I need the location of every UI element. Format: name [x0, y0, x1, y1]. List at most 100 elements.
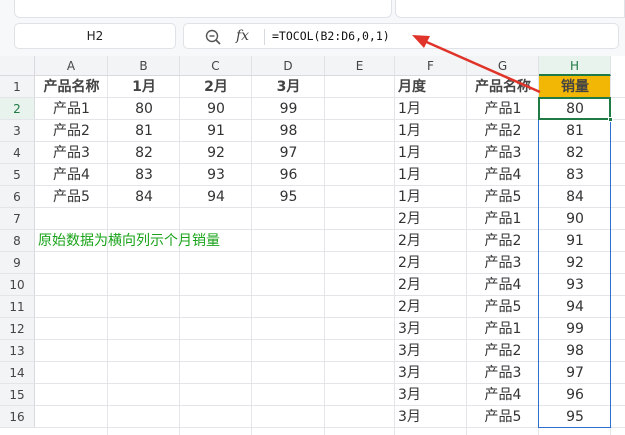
row-header-9[interactable]: 9	[0, 252, 35, 274]
source-data-cell[interactable]: 82	[108, 142, 180, 164]
result-data-cell[interactable]: 1月	[395, 120, 467, 142]
note-text[interactable]: 原始数据为横向列示个月销量	[38, 230, 220, 252]
source-data-cell[interactable]: 98	[252, 120, 325, 142]
source-header-cell[interactable]: 产品名称	[35, 76, 108, 98]
result-data-cell[interactable]: 产品1	[467, 208, 539, 230]
result-sales-cell[interactable]: 91	[539, 230, 611, 252]
result-data-cell[interactable]: 1月	[395, 142, 467, 164]
result-data-cell[interactable]: 产品2	[467, 120, 539, 142]
row-header-11[interactable]: 11	[0, 296, 35, 318]
source-data-cell[interactable]: 83	[108, 164, 180, 186]
source-data-cell[interactable]: 81	[108, 120, 180, 142]
row-header-12[interactable]: 12	[0, 318, 35, 340]
result-sales-cell[interactable]: 93	[539, 274, 611, 296]
result-data-cell[interactable]: 3月	[395, 406, 467, 428]
result-header-cell[interactable]: 产品名称	[467, 76, 539, 98]
result-sales-cell[interactable]: 97	[539, 362, 611, 384]
result-sales-cell[interactable]: 96	[539, 384, 611, 406]
source-data-cell[interactable]: 产品5	[35, 186, 108, 208]
source-data-cell[interactable]: 80	[108, 98, 180, 120]
result-data-cell[interactable]: 产品3	[467, 142, 539, 164]
name-box[interactable]: H2	[14, 23, 176, 49]
source-data-cell[interactable]: 90	[180, 98, 252, 120]
result-data-cell[interactable]: 产品4	[467, 384, 539, 406]
row-header-16[interactable]: 16	[0, 406, 35, 428]
column-header-d[interactable]: D	[252, 56, 325, 76]
source-data-cell[interactable]: 93	[180, 164, 252, 186]
result-data-cell[interactable]: 产品5	[467, 406, 539, 428]
row-header-5[interactable]: 5	[0, 164, 35, 186]
result-data-cell[interactable]: 2月	[395, 252, 467, 274]
source-data-cell[interactable]: 产品1	[35, 98, 108, 120]
fx-icon[interactable]: fx	[236, 26, 249, 46]
result-data-cell[interactable]: 产品3	[467, 252, 539, 274]
row-header-4[interactable]: 4	[0, 142, 35, 164]
row-header-13[interactable]: 13	[0, 340, 35, 362]
source-data-cell[interactable]: 产品4	[35, 164, 108, 186]
source-data-cell[interactable]: 84	[108, 186, 180, 208]
row-header-14[interactable]: 14	[0, 362, 35, 384]
source-data-cell[interactable]: 92	[180, 142, 252, 164]
source-data-cell[interactable]: 96	[252, 164, 325, 186]
source-data-cell[interactable]: 产品2	[35, 120, 108, 142]
row-header-15[interactable]: 15	[0, 384, 35, 406]
result-header-cell[interactable]: 销量	[539, 76, 611, 98]
source-data-cell[interactable]: 99	[252, 98, 325, 120]
result-data-cell[interactable]: 产品4	[467, 274, 539, 296]
column-header-e[interactable]: E	[325, 56, 395, 76]
result-data-cell[interactable]: 产品5	[467, 296, 539, 318]
result-data-cell[interactable]: 2月	[395, 208, 467, 230]
row-header-3[interactable]: 3	[0, 120, 35, 142]
spreadsheet-grid[interactable]: A B C D E F G H 1 2 3 4 5 6 7 8 9 10 11 12 13 14 15 16 产品名称 1月 2月 3…	[0, 56, 625, 435]
column-header-a[interactable]: A	[35, 56, 108, 76]
column-header-b[interactable]: B	[108, 56, 180, 76]
result-data-cell[interactable]: 产品3	[467, 362, 539, 384]
row-header-10[interactable]: 10	[0, 274, 35, 296]
source-header-cell[interactable]: 3月	[252, 76, 325, 98]
result-header-cell[interactable]: 月度	[395, 76, 467, 98]
result-sales-cell[interactable]: 81	[539, 120, 611, 142]
column-header-c[interactable]: C	[180, 56, 252, 76]
result-data-cell[interactable]: 2月	[395, 230, 467, 252]
row-header-1[interactable]: 1	[0, 76, 35, 98]
row-header-8[interactable]: 8	[0, 230, 35, 252]
result-sales-cell[interactable]: 92	[539, 252, 611, 274]
result-data-cell[interactable]: 2月	[395, 296, 467, 318]
source-data-cell[interactable]: 产品3	[35, 142, 108, 164]
column-header-g[interactable]: G	[467, 56, 539, 76]
result-data-cell[interactable]: 3月	[395, 318, 467, 340]
column-header-h[interactable]: H	[539, 56, 611, 76]
result-sales-cell[interactable]: 98	[539, 340, 611, 362]
result-sales-cell[interactable]: 84	[539, 186, 611, 208]
result-sales-cell[interactable]: 80	[539, 98, 611, 120]
result-data-cell[interactable]: 产品2	[467, 340, 539, 362]
column-header-f[interactable]: F	[395, 56, 467, 76]
select-all-corner[interactable]	[0, 56, 35, 76]
result-data-cell[interactable]: 1月	[395, 164, 467, 186]
source-data-cell[interactable]: 97	[252, 142, 325, 164]
result-sales-cell[interactable]: 82	[539, 142, 611, 164]
result-data-cell[interactable]: 产品1	[467, 318, 539, 340]
source-data-cell[interactable]: 95	[252, 186, 325, 208]
result-sales-cell[interactable]: 90	[539, 208, 611, 230]
result-data-cell[interactable]: 产品2	[467, 230, 539, 252]
result-data-cell[interactable]: 3月	[395, 340, 467, 362]
formula-text[interactable]: =TOCOL(B2:D6,0,1)	[272, 24, 390, 48]
source-header-cell[interactable]: 2月	[180, 76, 252, 98]
result-sales-cell[interactable]: 99	[539, 318, 611, 340]
result-data-cell[interactable]: 3月	[395, 362, 467, 384]
result-sales-cell[interactable]: 95	[539, 406, 611, 428]
fill-handle[interactable]	[608, 117, 613, 122]
result-data-cell[interactable]: 3月	[395, 384, 467, 406]
result-sales-cell[interactable]: 94	[539, 296, 611, 318]
result-data-cell[interactable]: 1月	[395, 186, 467, 208]
result-data-cell[interactable]: 产品1	[467, 98, 539, 120]
source-data-cell[interactable]: 91	[180, 120, 252, 142]
result-sales-cell[interactable]: 83	[539, 164, 611, 186]
result-data-cell[interactable]: 产品4	[467, 164, 539, 186]
formula-bar[interactable]: fx =TOCOL(B2:D6,0,1)	[183, 23, 619, 49]
result-data-cell[interactable]: 1月	[395, 98, 467, 120]
row-header-2[interactable]: 2	[0, 98, 35, 120]
source-header-cell[interactable]: 1月	[108, 76, 180, 98]
result-data-cell[interactable]: 产品5	[467, 186, 539, 208]
